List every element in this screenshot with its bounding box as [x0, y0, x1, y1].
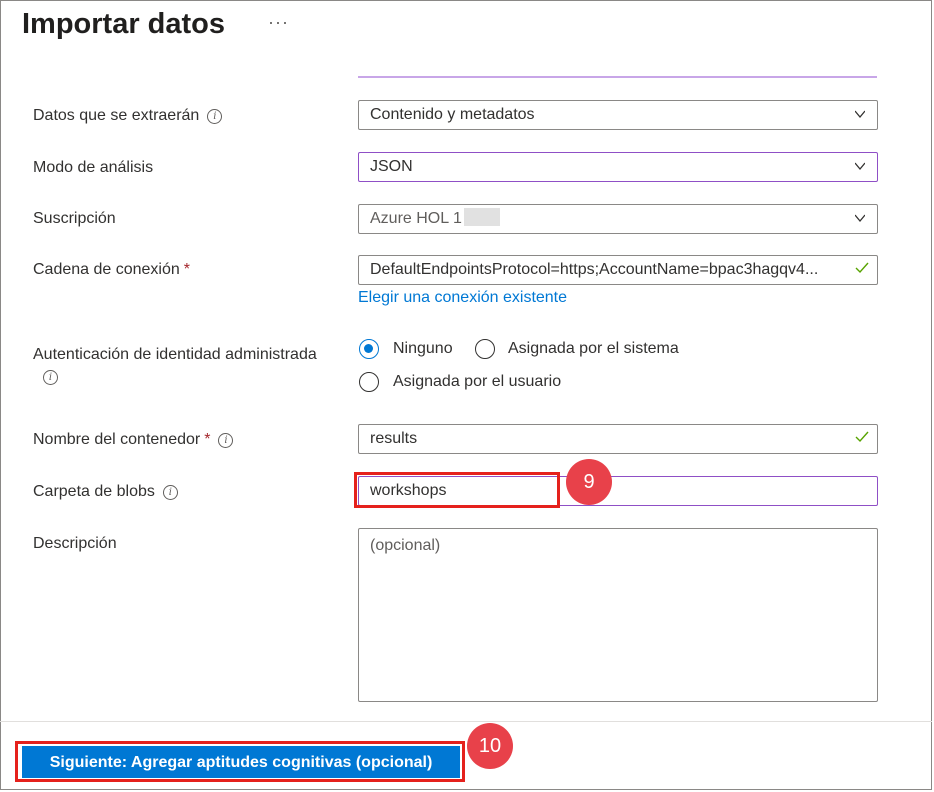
chevron-down-icon — [855, 110, 865, 119]
description-placeholder: (opcional) — [370, 537, 441, 554]
data-to-extract-dropdown[interactable]: Contenido y metadatos — [358, 100, 878, 130]
connection-string-input[interactable]: DefaultEndpointsProtocol=https;AccountNa… — [358, 255, 878, 285]
subscription-value: Azure HOL 1 — [370, 210, 462, 227]
connection-string-label: Cadena de conexión — [33, 261, 180, 278]
subscription-label: Suscripción — [33, 210, 116, 227]
radio-user-assigned-label: Asignada por el usuario — [393, 373, 562, 390]
description-textarea[interactable]: (opcional) — [358, 528, 878, 702]
info-icon[interactable]: i — [43, 370, 58, 385]
connection-string-row-label: Cadena de conexión * — [33, 261, 190, 279]
data-to-extract-value: Contenido y metadatos — [370, 106, 535, 123]
checkmark-icon — [855, 262, 869, 274]
checkmark-icon — [855, 431, 869, 443]
info-icon[interactable]: i — [162, 485, 178, 500]
parsing-mode-value: JSON — [370, 158, 413, 175]
radio-system-assigned[interactable] — [475, 339, 495, 359]
step-badge-9: 9 — [566, 459, 612, 505]
required-asterisk: * — [183, 261, 191, 278]
radio-none-label: Ninguno — [393, 340, 453, 357]
redaction-block — [463, 208, 500, 226]
next-add-cognitive-skills-button[interactable]: Siguiente: Agregar aptitudes cognitivas … — [22, 746, 460, 778]
container-name-label: Nombre del contenedor — [33, 431, 201, 448]
container-name-value: results — [370, 430, 418, 447]
highlight-box-step9 — [354, 472, 560, 508]
more-icon[interactable]: ··· — [268, 12, 289, 33]
data-to-extract-row-label: Datos que se extraerán i — [33, 107, 223, 125]
container-name-input[interactable]: results — [358, 424, 878, 454]
managed-identity-label: Autenticación de identidad administrada — [33, 346, 317, 363]
section-divider — [358, 76, 877, 78]
blob-folder-label: Carpeta de blobs — [33, 483, 155, 500]
data-to-extract-label: Datos que se extraerán — [33, 107, 200, 124]
footer-divider — [0, 721, 932, 722]
parsing-mode-dropdown[interactable]: JSON — [358, 152, 878, 182]
description-label: Descripción — [33, 535, 117, 552]
radio-system-assigned-label: Asignada por el sistema — [508, 340, 679, 357]
parsing-mode-label: Modo de análisis — [33, 159, 154, 176]
radio-none[interactable] — [359, 339, 379, 359]
info-icon[interactable]: i — [218, 433, 234, 448]
blob-folder-row-label: Carpeta de blobs i — [33, 483, 178, 501]
chevron-down-icon — [855, 214, 865, 223]
managed-identity-row-label: Autenticación de identidad administrada … — [33, 344, 343, 388]
subscription-dropdown[interactable]: Azure HOL 1 — [358, 204, 878, 234]
page-title: Importar datos — [22, 8, 226, 40]
choose-existing-connection-link[interactable]: Elegir una conexión existente — [358, 289, 567, 307]
container-name-row-label: Nombre del contenedor * i — [33, 431, 234, 449]
step-badge-10: 10 — [467, 723, 513, 769]
chevron-down-icon — [855, 162, 865, 171]
required-asterisk: * — [204, 431, 211, 448]
connection-string-value: DefaultEndpointsProtocol=https;AccountNa… — [370, 261, 819, 278]
info-icon[interactable]: i — [207, 109, 223, 124]
radio-user-assigned[interactable] — [359, 372, 379, 392]
